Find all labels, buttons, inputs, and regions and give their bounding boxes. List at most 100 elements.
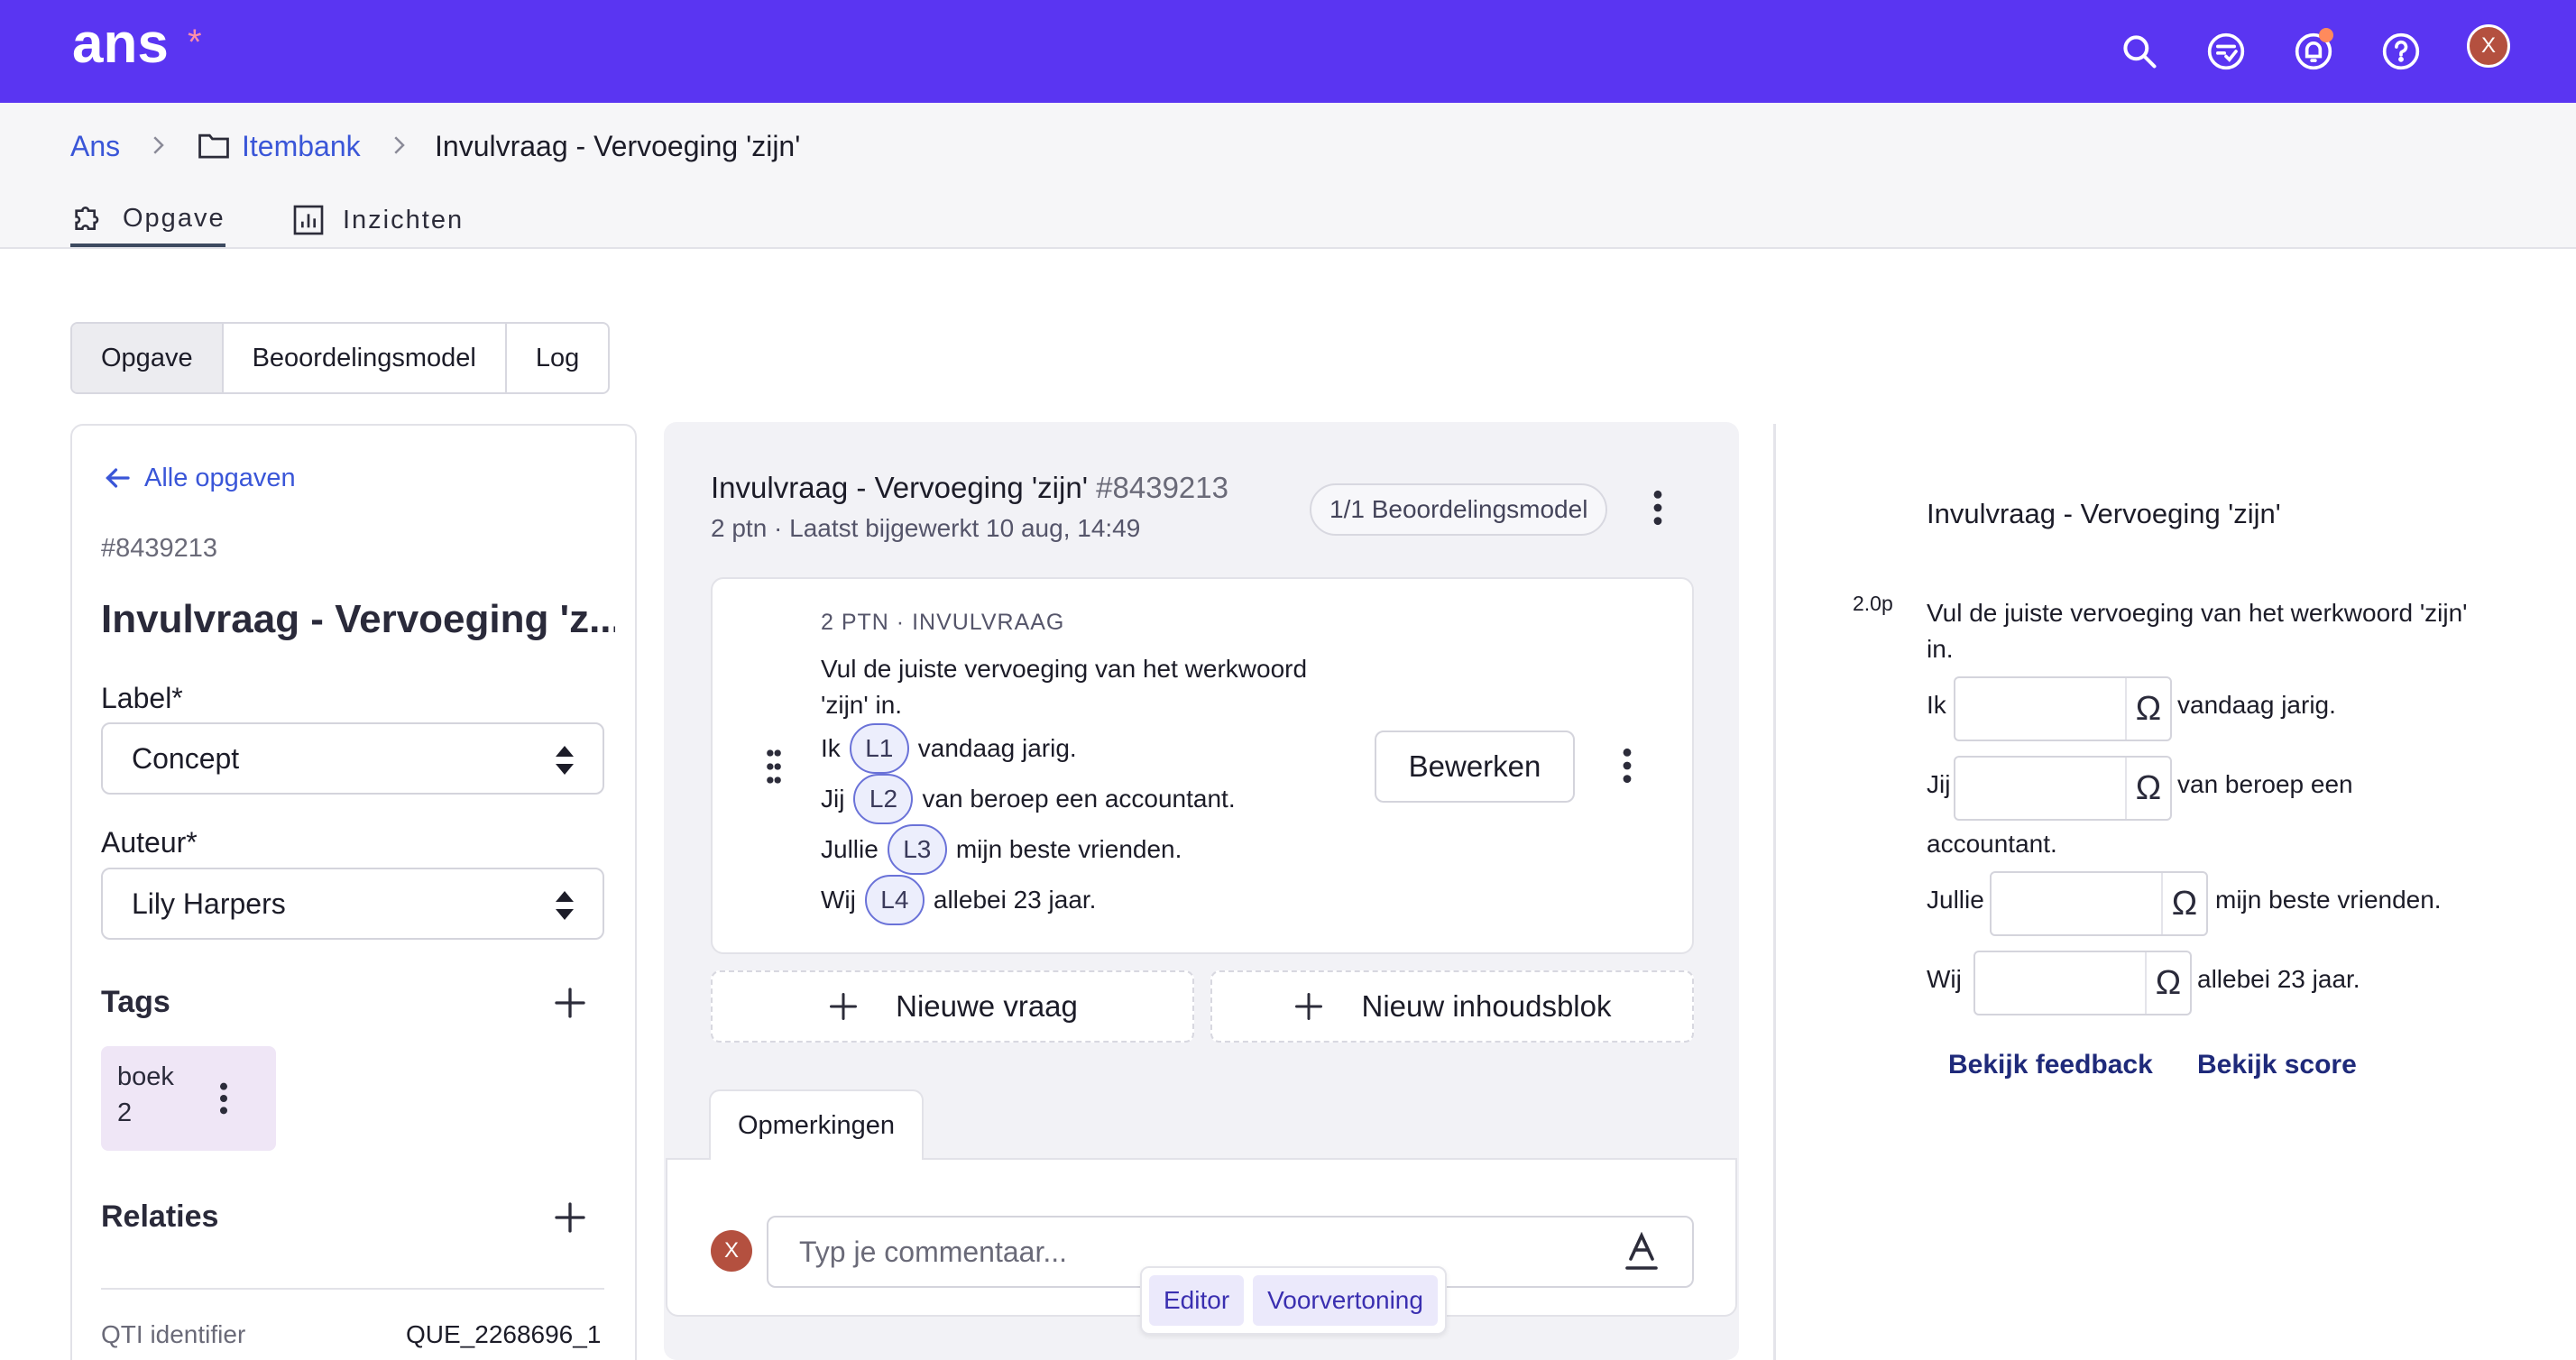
ans-logo[interactable]: ans *	[72, 14, 202, 74]
select-arrows-icon	[556, 746, 574, 775]
special-characters-icon[interactable]: Ω	[2125, 758, 2170, 819]
select-arrows-icon	[556, 891, 574, 920]
question-line: Jullie L3 mijn beste vrienden.	[821, 824, 1182, 875]
new-content-block-label: Nieuw inhoudsblok	[1361, 989, 1612, 1023]
qti-identifier-value: QUE_2268696_1	[406, 1320, 602, 1348]
folder-icon	[198, 133, 229, 159]
new-question-label: Nieuwe vraag	[896, 989, 1078, 1023]
more-vertical-icon[interactable]	[216, 1080, 231, 1116]
preview-line-before: Wij	[1927, 965, 1962, 993]
tab-opgave[interactable]: Opgave	[70, 193, 225, 247]
line-before: Jullie	[821, 835, 879, 863]
breadcrumb-current: Invulvraag - Vervoeging 'zijn'	[435, 130, 801, 162]
puzzle-icon	[75, 207, 99, 230]
help-icon[interactable]	[2374, 24, 2428, 78]
question-text: Vul de juiste vervoeging van het werkwoo…	[821, 655, 1308, 719]
gap-chip[interactable]: L4	[864, 875, 925, 925]
tag-count: 2	[117, 1098, 133, 1127]
user-avatar[interactable]: X	[2467, 24, 2510, 68]
special-characters-icon[interactable]: Ω	[2161, 873, 2206, 934]
tab-comments[interactable]: Opmerkingen	[709, 1089, 924, 1160]
preview-answer-input[interactable]: Ω	[1954, 676, 2172, 741]
add-tag-icon[interactable]	[552, 985, 588, 1021]
line-before: Wij	[821, 886, 856, 914]
assessment-model-badge[interactable]: 1/1 Beoordelingsmodel	[1310, 483, 1608, 536]
author-select-value: Lily Harpers	[132, 887, 286, 920]
preview-line-after: allebei 23 jaar.	[2197, 965, 2360, 993]
more-vertical-icon[interactable]	[1620, 746, 1634, 786]
new-question-button[interactable]: Nieuwe vraag	[711, 970, 1194, 1043]
tab-opgave-label: Opgave	[123, 203, 225, 233]
breadcrumb-folder[interactable]: Itembank	[242, 128, 361, 164]
preview-line-before: Jullie	[1927, 886, 1984, 914]
author-select[interactable]: Lily Harpers	[101, 868, 604, 940]
checklist-icon[interactable]	[2199, 24, 2253, 78]
preview-mode-button[interactable]: Voorvertoning	[1253, 1275, 1438, 1326]
editor-title: Invulvraag - Vervoeging 'zijn' #8439213	[711, 471, 1228, 505]
panel-divider	[1773, 424, 1776, 1360]
preview-line-after: vandaag jarig.	[2177, 691, 2336, 719]
editor-mode-button[interactable]: Editor	[1149, 1275, 1245, 1326]
preview-line-after: mijn beste vrienden.	[2215, 886, 2442, 914]
question-meta: 2 PTN · INVULVRAAG	[821, 610, 1065, 635]
preview-title: Invulvraag - Vervoeging 'zijn'	[1927, 498, 2281, 529]
preview-line-before: Jij	[1927, 770, 1951, 798]
top-bar: ans * X	[0, 0, 2576, 103]
back-link-label: Alle opgaven	[144, 463, 296, 492]
label-select[interactable]: Concept	[101, 722, 604, 795]
more-vertical-icon[interactable]	[1651, 488, 1665, 528]
view-score-link[interactable]: Bekijk score	[2197, 1050, 2357, 1080]
relations-title: Relaties	[101, 1199, 219, 1234]
gap-chip[interactable]: L1	[849, 723, 909, 774]
chevron-right-icon	[153, 136, 164, 154]
new-content-block-button[interactable]: Nieuw inhoudsblok	[1210, 970, 1694, 1043]
segment-opgave[interactable]: Opgave	[72, 324, 224, 392]
notification-bell-icon[interactable]	[2286, 24, 2341, 78]
tab-inzichten[interactable]: Inzichten	[290, 193, 464, 247]
notification-dot	[2319, 28, 2333, 42]
label-select-value: Concept	[132, 741, 240, 775]
back-to-all-items-link[interactable]: Alle opgaven	[101, 462, 296, 494]
item-id: #8439213	[101, 534, 218, 563]
preview-line-after: van beroep een	[2177, 770, 2353, 798]
logo-asterisk: *	[188, 23, 202, 62]
editor-subtitle: 2 ptn · Laatst bijgewerkt 10 aug, 14:49	[711, 514, 1141, 542]
label-field-label: Label*	[101, 682, 183, 714]
tab-inzichten-label: Inzichten	[343, 205, 465, 234]
view-feedback-link[interactable]: Bekijk feedback	[1948, 1050, 2153, 1080]
edit-question-button[interactable]: Bewerken	[1375, 731, 1575, 803]
view-segmented-control: Opgave Beoordelingsmodel Log	[70, 322, 611, 394]
preview-points: 2.0p	[1853, 592, 1893, 615]
segment-beoordelingsmodel[interactable]: Beoordelingsmodel	[224, 324, 507, 392]
line-before: Ik	[821, 734, 841, 762]
gap-chip[interactable]: L3	[887, 824, 947, 875]
plus-icon	[1295, 993, 1323, 1020]
bar-chart-icon	[293, 205, 324, 235]
author-field-label: Auteur*	[101, 826, 198, 859]
search-icon[interactable]	[2112, 24, 2167, 78]
preview-line-wrap: accountant.	[1927, 830, 2057, 858]
segment-log[interactable]: Log	[507, 324, 608, 392]
tags-title: Tags	[101, 985, 170, 1019]
editor-item-id: #8439213	[1096, 471, 1228, 504]
breadcrumb-root[interactable]: Ans	[70, 128, 120, 164]
line-before: Jij	[821, 785, 845, 813]
special-characters-icon[interactable]: Ω	[2145, 952, 2190, 1014]
special-characters-icon[interactable]: Ω	[2125, 678, 2170, 740]
item-title: Invulvraag - Vervoeging 'z...	[101, 597, 615, 641]
preview-answer-input[interactable]: Ω	[1990, 871, 2208, 936]
text-format-icon[interactable]	[1624, 1232, 1660, 1272]
line-after: van beroep een accountant.	[922, 785, 1236, 813]
tag-chip[interactable]: boek 2	[101, 1046, 276, 1151]
comment-avatar: X	[711, 1230, 752, 1272]
preview-answer-input[interactable]: Ω	[1973, 951, 2192, 1015]
preview-answer-input[interactable]: Ω	[1954, 756, 2172, 821]
question-line: Ik L1 vandaag jarig.	[821, 723, 1077, 774]
editor-preview-toggle: Editor Voorvertoning	[1140, 1266, 1447, 1335]
preview-line-before: Ik	[1927, 691, 1946, 719]
gap-chip[interactable]: L2	[853, 774, 914, 824]
drag-handle-icon[interactable]	[763, 749, 785, 785]
qti-identifier-label: QTI identifier	[101, 1320, 246, 1348]
add-relation-icon[interactable]	[552, 1199, 588, 1236]
chevron-right-icon	[394, 136, 405, 154]
